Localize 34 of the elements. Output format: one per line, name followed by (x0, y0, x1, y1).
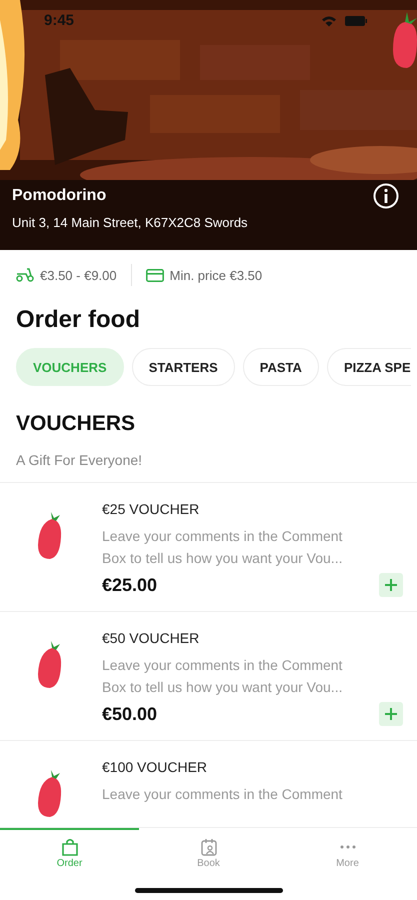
info-icon[interactable] (373, 183, 399, 209)
page-title: Order food (15, 305, 141, 334)
product-card[interactable]: €25 VOUCHER Leave your comments in the Comment Box to tell us how you want your Vou... €25.00 (0, 483, 417, 612)
status-time: 9:45 (44, 12, 74, 29)
more-icon (338, 845, 356, 849)
wifi-icon (321, 14, 337, 26)
product-description: Leave your comments in the Comment Box to tell us how you want your Vou... (102, 656, 344, 697)
battery-icon (345, 16, 367, 26)
section-subtitle: A Gift For Everyone! (15, 451, 144, 470)
restaurant-address: Unit 3, 14 Main Street, K67X2C8 Swords (12, 215, 249, 230)
add-button[interactable] (379, 573, 403, 597)
card-icon (146, 268, 164, 282)
section-title: VOUCHERS (15, 411, 136, 436)
tomato-icon (391, 10, 417, 68)
category-tab[interactable]: STARTERS (132, 348, 235, 386)
category-tab[interactable]: PASTA (242, 348, 319, 386)
product-name: €25 VOUCHER (102, 501, 200, 517)
category-tab[interactable]: PIZZA SPE (326, 348, 411, 386)
plus-icon (384, 578, 398, 592)
product-name: €100 VOUCHER (102, 759, 208, 775)
product-price: €25.00 (102, 574, 158, 596)
restaurant-name: Pomodorino (12, 187, 106, 205)
delivery-fee: €3.50 - €9.00 (40, 268, 117, 282)
calendar-icon (200, 838, 218, 856)
product-description: Leave your comments in the Comment (102, 785, 344, 804)
plus-icon (384, 707, 398, 721)
product-name: €50 VOUCHER (102, 630, 200, 646)
minimum-price: Min. price €3.50 (170, 268, 262, 282)
product-card[interactable]: €50 VOUCHER Leave your comments in the Comment Box to tell us how you want your Vou... €50.00 (0, 612, 417, 741)
add-button[interactable] (379, 702, 403, 726)
bag-icon (60, 838, 78, 856)
product-price: €50.00 (102, 704, 158, 724)
scooter-icon (16, 268, 34, 282)
product-description: Leave your comments in the Comment Box to tell us how you want your Vou... (102, 527, 344, 568)
